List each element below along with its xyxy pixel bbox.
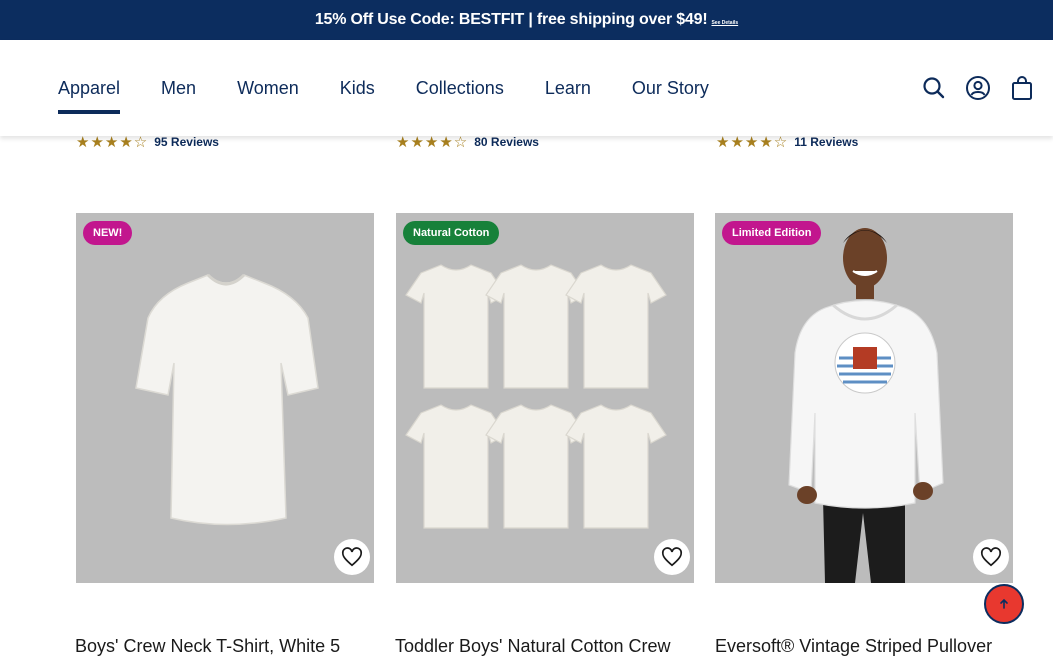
account-icon[interactable] bbox=[965, 75, 991, 101]
review-count: 11 Reviews bbox=[794, 135, 859, 149]
promo-bar: 15% Off Use Code: BESTFIT | free shippin… bbox=[0, 0, 1053, 40]
nav-item-apparel[interactable]: Apparel bbox=[58, 40, 121, 136]
review-count: 80 Reviews bbox=[474, 135, 539, 149]
tshirt-image bbox=[135, 273, 319, 526]
wishlist-button[interactable] bbox=[334, 539, 370, 575]
nav-item-our-story[interactable]: Our Story bbox=[632, 40, 709, 136]
heart-icon bbox=[342, 547, 362, 567]
wishlist-button[interactable] bbox=[973, 539, 1009, 575]
main-nav: Apparel Men Women Kids Collections Learn… bbox=[58, 40, 750, 136]
heart-icon bbox=[981, 547, 1001, 567]
product-title[interactable]: Boys' Crew Neck T-Shirt, White 5 bbox=[75, 636, 375, 657]
nav-item-women[interactable]: Women bbox=[237, 40, 299, 136]
model-hoodie-image bbox=[788, 228, 944, 583]
heart-icon bbox=[662, 547, 682, 567]
nav-item-learn[interactable]: Learn bbox=[545, 40, 591, 136]
search-icon[interactable] bbox=[921, 75, 947, 101]
nav-item-men[interactable]: Men bbox=[161, 40, 196, 136]
product-title[interactable]: Eversoft® Vintage Striped Pullover bbox=[715, 636, 1015, 657]
product-image[interactable]: Limited Edition bbox=[715, 213, 1013, 583]
review-count: 95 Reviews bbox=[154, 135, 219, 149]
site-header: Apparel Men Women Kids Collections Learn… bbox=[0, 40, 1053, 136]
product-image[interactable]: Natural Cotton bbox=[396, 213, 694, 583]
tshirt-pack-image bbox=[405, 264, 667, 529]
nav-item-kids[interactable]: Kids bbox=[340, 40, 375, 136]
chat-button[interactable] bbox=[984, 584, 1024, 624]
natural-cotton-badge: Natural Cotton bbox=[403, 221, 500, 245]
new-badge: NEW! bbox=[83, 221, 133, 245]
product-title[interactable]: Toddler Boys' Natural Cotton Crew bbox=[395, 636, 695, 657]
see-details-link[interactable]: See Details bbox=[711, 20, 738, 26]
chat-icon bbox=[1000, 598, 1008, 609]
promo-text: 15% Off Use Code: BESTFIT | free shippin… bbox=[314, 11, 708, 28]
header-icons bbox=[921, 40, 1053, 136]
cart-icon[interactable] bbox=[1009, 75, 1035, 101]
nav-item-collections[interactable]: Collections bbox=[416, 40, 504, 136]
limited-edition-badge: Limited Edition bbox=[722, 221, 822, 245]
product-image[interactable]: NEW! bbox=[76, 213, 374, 583]
wishlist-button[interactable] bbox=[654, 539, 690, 575]
